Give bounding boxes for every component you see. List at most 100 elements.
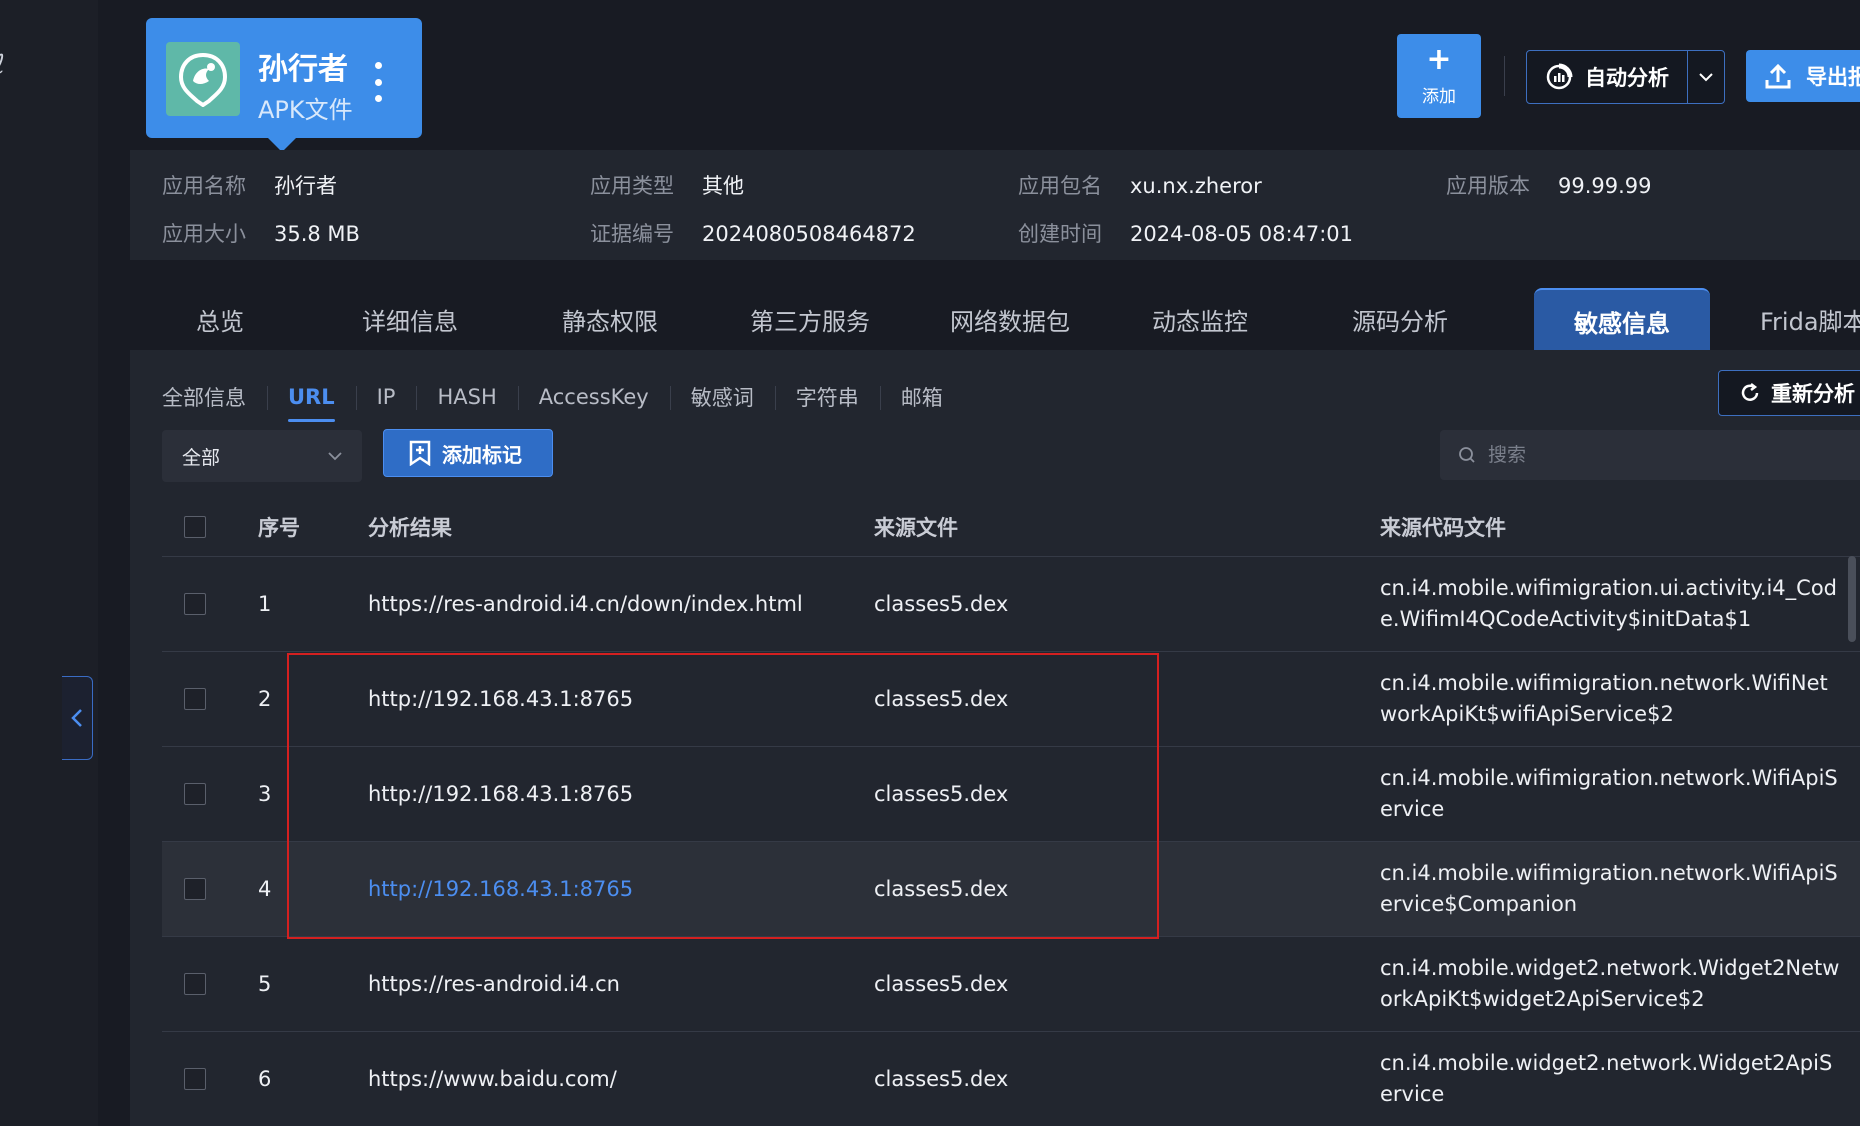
info-app-type: 应用类型 其他 <box>590 174 744 198</box>
plus-icon: + <box>1426 41 1452 77</box>
table-row[interactable]: 4 http://192.168.43.1:8765 classes5.dex … <box>162 842 1860 937</box>
app-info-panel: 应用名称 孙行者 应用类型 其他 应用包名 xu.nx.zheror 应用版本 99.9… <box>130 150 1860 260</box>
subtab-url[interactable]: URL <box>267 374 356 422</box>
tab-overview[interactable]: 总览 <box>160 288 280 350</box>
refresh-icon <box>1741 383 1759 401</box>
search-input[interactable] <box>1486 443 1850 467</box>
header-source-code: 来源代码文件 <box>1380 516 1506 540</box>
row-source-file: classes5.dex <box>874 782 1009 806</box>
subtab-email[interactable]: 邮箱 <box>879 374 964 420</box>
subtab-accesskey[interactable]: AccessKey <box>517 374 670 420</box>
select-all-checkbox[interactable] <box>184 516 206 538</box>
header-source-file: 来源文件 <box>874 516 958 540</box>
chevron-left-icon <box>71 709 82 727</box>
row-index: 5 <box>258 972 272 996</box>
table-row[interactable]: 3 http://192.168.43.1:8765 classes5.dex … <box>162 747 1860 842</box>
row-index: 6 <box>258 1067 272 1091</box>
upload-icon <box>1765 63 1791 89</box>
auto-analyze-dropdown[interactable] <box>1688 72 1724 82</box>
chevron-down-icon <box>1699 73 1713 82</box>
subtab-hash[interactable]: HASH <box>416 374 517 420</box>
tab-network-packets[interactable]: 网络数据包 <box>930 288 1090 350</box>
tab-source-analysis[interactable]: 源码分析 <box>1330 288 1470 350</box>
table-row[interactable]: 1 https://res-android.i4.cn/down/index.h… <box>162 557 1860 652</box>
more-vertical-icon[interactable] <box>368 62 388 102</box>
row-checkbox[interactable] <box>184 973 206 995</box>
row-index: 2 <box>258 687 272 711</box>
subtab-all[interactable]: 全部信息 <box>162 374 267 420</box>
row-source-file: classes5.dex <box>874 877 1009 901</box>
reanalyze-label: 重新分析 <box>1771 382 1855 406</box>
header-divider <box>1504 56 1505 96</box>
sensitive-info-panel: 全部信息 URL IP HASH AccessKey 敏感词 字符串 邮箱 重新… <box>130 350 1860 1126</box>
add-mark-button[interactable]: 添加标记 <box>383 429 553 477</box>
add-button-label: 添加 <box>1422 86 1456 107</box>
reanalyze-button[interactable]: 重新分析 <box>1718 370 1860 416</box>
tab-sensitive-info[interactable]: 敏感信息 <box>1534 288 1710 352</box>
row-source-code: cn.i4.mobile.widget2.network.Widget2Netw… <box>1380 956 1840 1011</box>
subtab-sensitive-words[interactable]: 敏感词 <box>669 374 775 420</box>
app-name: 孙行者 <box>258 52 348 87</box>
info-version: 应用版本 99.99.99 <box>1446 174 1652 198</box>
info-created: 创建时间 2024-08-05 08:47:01 <box>1018 222 1354 246</box>
add-button[interactable]: + 添加 <box>1397 34 1481 118</box>
info-cert: 证据编号 2024080508464872 <box>590 222 916 246</box>
row-source-code: cn.i4.mobile.wifimigration.ui.activity.i… <box>1380 576 1838 631</box>
row-result-link[interactable]: http://192.168.43.1:8765 <box>368 842 633 936</box>
table-row[interactable]: 2 http://192.168.43.1:8765 classes5.dex … <box>162 652 1860 747</box>
auto-analyze-button[interactable]: 自动分析 <box>1526 50 1725 104</box>
export-button[interactable]: 导出报 <box>1746 50 1860 102</box>
tab-frida-script[interactable]: Frida脚本 <box>1760 288 1860 350</box>
row-source-file: classes5.dex <box>874 1067 1009 1091</box>
row-result[interactable]: http://192.168.43.1:8765 <box>368 652 633 746</box>
left-sidebar: ℓ <box>0 0 98 1126</box>
auto-analyze-label: 自动分析 <box>1585 66 1669 90</box>
row-source-file: classes5.dex <box>874 592 1009 616</box>
search-box[interactable] <box>1440 430 1860 480</box>
tab-dynamic-monitor[interactable]: 动态监控 <box>1130 288 1270 350</box>
info-size: 应用大小 35.8 MB <box>162 222 360 246</box>
row-checkbox[interactable] <box>184 593 206 615</box>
table-header: 序号 分析结果 来源文件 来源代码文件 <box>162 498 1860 557</box>
row-source-code: cn.i4.mobile.widget2.network.Widget2ApiS… <box>1380 1051 1833 1106</box>
collapse-sidebar-button[interactable] <box>62 676 93 760</box>
subtab-strings[interactable]: 字符串 <box>774 374 880 420</box>
tab-static-permissions[interactable]: 静态权限 <box>540 288 680 350</box>
row-result[interactable]: http://192.168.43.1:8765 <box>368 747 633 841</box>
search-icon <box>1459 447 1475 463</box>
row-source-code: cn.i4.mobile.wifimigration.network.WifiA… <box>1380 861 1838 916</box>
row-checkbox[interactable] <box>184 1068 206 1090</box>
info-package: 应用包名 xu.nx.zheror <box>1018 174 1262 198</box>
filter-select-value: 全部 <box>182 446 221 469</box>
tab-third-party[interactable]: 第三方服务 <box>730 288 890 350</box>
row-index: 3 <box>258 782 272 806</box>
row-source-file: classes5.dex <box>874 972 1009 996</box>
sub-tabs: 全部信息 URL IP HASH AccessKey 敏感词 字符串 邮箱 <box>162 374 964 422</box>
header-result: 分析结果 <box>368 516 452 540</box>
row-index: 4 <box>258 877 272 901</box>
row-source-file: classes5.dex <box>874 687 1009 711</box>
info-app-name: 应用名称 孙行者 <box>162 174 337 198</box>
url-table: 序号 分析结果 来源文件 来源代码文件 1 https://res-androi… <box>162 498 1860 1126</box>
row-result[interactable]: https://res-android.i4.cn/down/index.htm… <box>368 557 803 651</box>
row-result[interactable]: https://www.baidu.com/ <box>368 1032 617 1126</box>
analyze-icon <box>1546 63 1573 90</box>
app-window: ℓ 孙行者 APK文件 + 添加 自 <box>0 0 1860 1126</box>
row-source-code: cn.i4.mobile.wifimigration.network.WifiA… <box>1380 766 1838 821</box>
export-label: 导出报 <box>1806 65 1860 89</box>
row-source-code: cn.i4.mobile.wifimigration.network.WifiN… <box>1380 671 1828 726</box>
table-row[interactable]: 6 https://www.baidu.com/ classes5.dex cn… <box>162 1032 1860 1126</box>
row-result[interactable]: https://res-android.i4.cn <box>368 937 620 1031</box>
filter-select[interactable]: 全部 <box>162 430 362 482</box>
table-scrollbar[interactable] <box>1848 556 1856 642</box>
app-card[interactable]: 孙行者 APK文件 <box>146 18 422 152</box>
add-mark-label: 添加标记 <box>442 442 522 467</box>
app-logo-icon <box>166 42 240 116</box>
row-checkbox[interactable] <box>184 783 206 805</box>
table-row[interactable]: 5 https://res-android.i4.cn classes5.dex… <box>162 937 1860 1032</box>
subtab-ip[interactable]: IP <box>355 374 417 420</box>
row-checkbox[interactable] <box>184 878 206 900</box>
row-index: 1 <box>258 592 272 616</box>
row-checkbox[interactable] <box>184 688 206 710</box>
tab-details[interactable]: 详细信息 <box>340 288 480 350</box>
